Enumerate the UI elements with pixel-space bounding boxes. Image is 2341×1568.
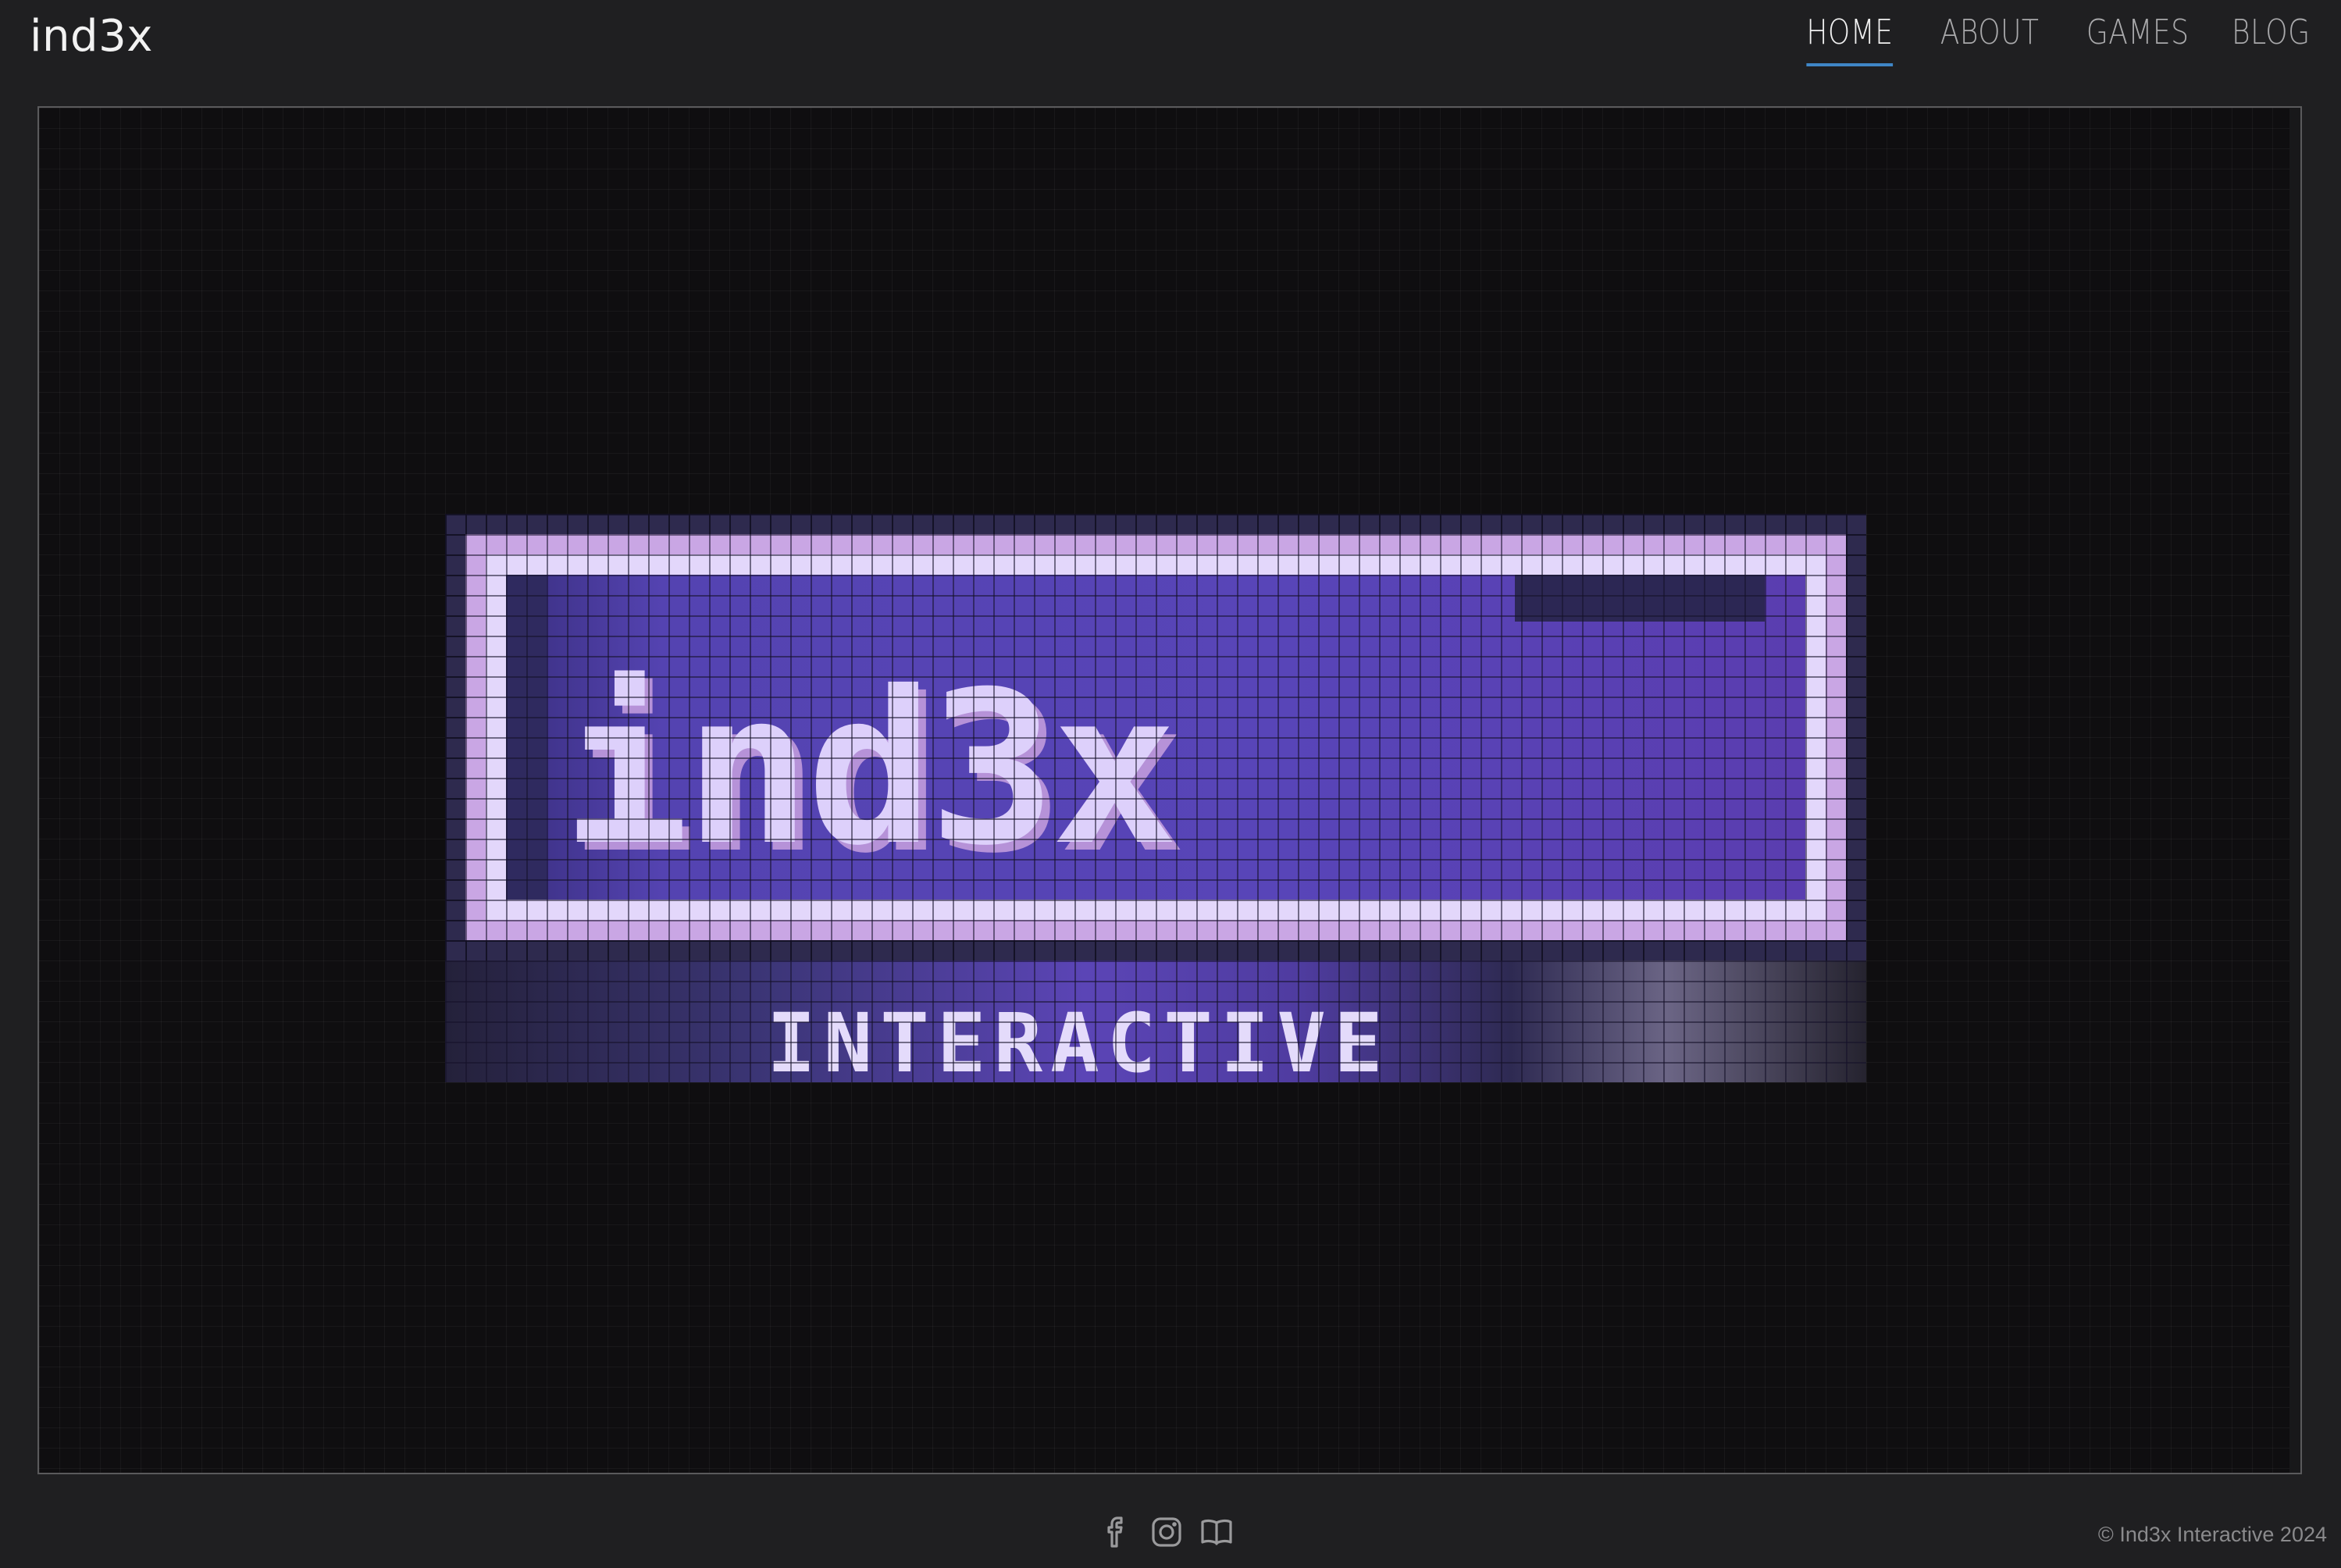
- facebook-link[interactable]: [1098, 1513, 1135, 1551]
- blog-book-link[interactable]: [1198, 1513, 1235, 1551]
- site-footer: © Ind3x Interactive 2024: [0, 1474, 2341, 1568]
- logo-shadow-top: [1515, 575, 1765, 622]
- logo-shadow-left: [506, 575, 547, 900]
- copyright-text: © Ind3x Interactive 2024: [2097, 1523, 2327, 1546]
- instagram-icon: [1152, 1517, 1181, 1547]
- main-nav: HOME ABOUT GAMES BLOG: [1762, 12, 2310, 66]
- instagram-link[interactable]: [1148, 1513, 1185, 1551]
- pixel-logo: ind3x INTERACTIVE: [445, 514, 1866, 1091]
- book-icon: [1201, 1519, 1232, 1545]
- nav-games[interactable]: GAMES: [2086, 12, 2190, 63]
- canvas-scrollbar[interactable]: [2289, 108, 2300, 1473]
- site-header: ind3x HOME ABOUT GAMES BLOG: [0, 0, 2341, 92]
- social-links: [1098, 1513, 1235, 1551]
- game-canvas[interactable]: ind3x INTERACTIVE: [37, 106, 2302, 1474]
- nav-blog[interactable]: BLOG: [2232, 12, 2310, 63]
- logo-subtitle: INTERACTIVE: [767, 996, 1391, 1091]
- facebook-icon: [1107, 1516, 1123, 1548]
- nav-about[interactable]: ABOUT: [1940, 12, 2040, 63]
- logo-wordmark: ind3x: [562, 646, 1178, 892]
- brand-logo-link[interactable]: ind3x: [30, 11, 153, 62]
- nav-home[interactable]: HOME: [1806, 12, 1894, 66]
